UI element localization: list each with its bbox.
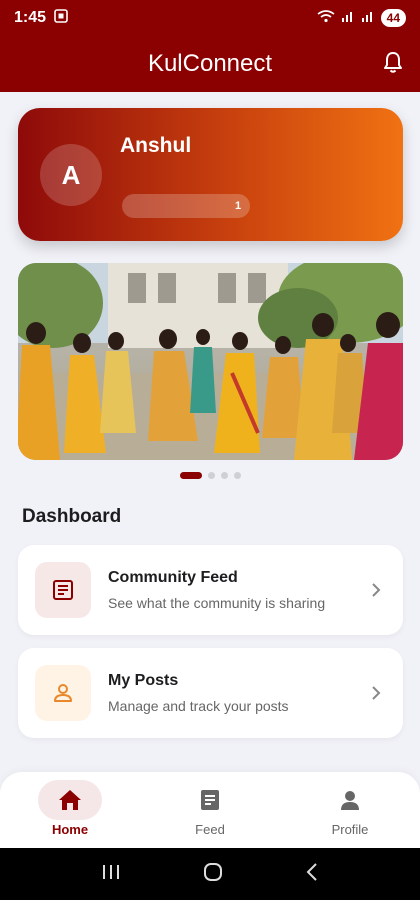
- nav-profile[interactable]: Profile: [300, 780, 400, 842]
- card-title: Community Feed: [108, 569, 238, 586]
- person-icon: [35, 665, 91, 721]
- chevron-right-icon: [371, 685, 381, 706]
- carousel-dot[interactable]: [207, 471, 215, 479]
- carousel-indicator: [0, 470, 420, 480]
- carousel-dot[interactable]: [233, 471, 241, 479]
- bottom-navigation: Home Feed Profile: [0, 772, 420, 848]
- document-icon: [35, 562, 91, 618]
- nav-label: Profile: [331, 822, 369, 837]
- signal-icon: [341, 9, 355, 28]
- my-posts-card[interactable]: My Posts Manage and track your posts: [18, 648, 403, 738]
- carousel-dot-active[interactable]: [179, 471, 202, 479]
- recents-icon[interactable]: [101, 863, 121, 886]
- card-title: My Posts: [108, 672, 179, 689]
- card-subtitle: Manage and track your posts: [108, 698, 289, 714]
- profile-card[interactable]: A Anshul 1: [18, 108, 403, 241]
- signal-icon: [361, 9, 375, 28]
- app-bar: KulConnect: [0, 36, 420, 92]
- carousel-dot[interactable]: [220, 471, 228, 479]
- status-time: 1:45: [14, 9, 47, 26]
- back-icon[interactable]: [305, 862, 319, 887]
- profile-name: Anshul: [120, 134, 192, 157]
- nav-label: Home: [51, 822, 89, 837]
- card-subtitle: See what the community is sharing: [108, 595, 326, 611]
- profile-badge: 1: [234, 200, 242, 212]
- avatar: A: [40, 144, 102, 206]
- nav-feed[interactable]: Feed: [160, 780, 260, 842]
- home-icon: [38, 780, 102, 820]
- dashboard-title: Dashboard: [22, 506, 122, 527]
- nav-home[interactable]: Home: [20, 780, 120, 842]
- app-title: KulConnect: [147, 50, 273, 77]
- wifi-icon: [317, 9, 335, 28]
- nav-label: Feed: [195, 822, 225, 837]
- carousel-photo: [18, 263, 403, 460]
- screenshot-icon: [54, 8, 68, 28]
- system-nav-bar: [0, 848, 420, 900]
- community-feed-card[interactable]: Community Feed See what the community is…: [18, 545, 403, 635]
- home-button-icon[interactable]: [202, 861, 224, 888]
- battery-badge: 44: [380, 9, 406, 27]
- chevron-right-icon: [371, 582, 381, 603]
- image-carousel[interactable]: [18, 263, 403, 460]
- bell-icon[interactable]: [382, 50, 404, 79]
- person-icon: [318, 780, 382, 820]
- status-bar: 1:45 44: [0, 0, 420, 36]
- article-icon: [178, 780, 242, 820]
